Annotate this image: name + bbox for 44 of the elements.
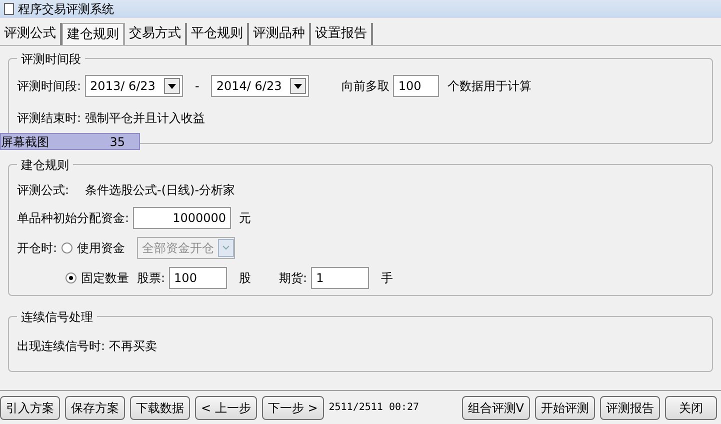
radio-button[interactable]: 固定数量 bbox=[65, 269, 129, 287]
date-picker[interactable]: 2014/ 6/23 bbox=[211, 75, 310, 97]
field-value: 强制平仓并且计入收益 bbox=[85, 110, 206, 127]
tab[interactable]: 建仓规则 bbox=[62, 23, 125, 45]
footer-button[interactable]: 关闭 bbox=[665, 396, 717, 420]
field-value: 不再买卖 bbox=[109, 338, 158, 355]
group-title: 连续信号处理 bbox=[17, 309, 97, 325]
lookback-field[interactable]: 100 bbox=[393, 75, 440, 97]
status-text: 2511/2511 00:27 bbox=[328, 401, 420, 415]
stock-quantity-field[interactable]: 100 bbox=[169, 267, 228, 289]
footer-button[interactable]: < 上一步 bbox=[195, 396, 257, 420]
futures-quantity-field[interactable]: 1 bbox=[311, 267, 370, 289]
unit-label: 手 bbox=[381, 270, 394, 287]
field-label: 向前多取 bbox=[341, 78, 390, 95]
field-label: 评测时间段: bbox=[17, 78, 82, 95]
footer-button[interactable]: 下载数据 bbox=[130, 396, 190, 420]
unit-label: 股 bbox=[239, 270, 252, 287]
radio-icon bbox=[61, 242, 74, 254]
radio-button[interactable]: 使用资金 bbox=[61, 239, 126, 257]
field-label: 个数据用于计算 bbox=[447, 78, 532, 95]
unit-label: 元 bbox=[239, 210, 252, 227]
radio-icon bbox=[65, 272, 77, 284]
group-title: 评测时间段 bbox=[17, 51, 85, 67]
footer-button[interactable]: 下一步 > bbox=[262, 396, 324, 420]
group-title: 建仓规则 bbox=[17, 157, 73, 173]
field-label: 期货: bbox=[279, 270, 308, 287]
date-picker[interactable]: 2013/ 6/23 bbox=[85, 75, 184, 97]
capture-overlay: 屏幕截图 35 bbox=[0, 133, 140, 150]
field-label: 评测公式: bbox=[17, 182, 70, 199]
field-label: 股票: bbox=[137, 270, 166, 287]
field-label: 开仓时: bbox=[17, 240, 58, 257]
footer-button[interactable]: 组合评测V bbox=[462, 396, 530, 420]
window-icon bbox=[4, 3, 14, 15]
date-separator: - bbox=[195, 78, 200, 95]
field-label: 单品种初始分配资金: bbox=[17, 210, 130, 227]
field-label: 出现连续信号时: bbox=[17, 338, 106, 355]
footer-button[interactable]: 保存方案 bbox=[65, 396, 125, 420]
window-title: 程序交易评测系统 bbox=[18, 1, 114, 18]
footer-button[interactable]: 引入方案 bbox=[0, 396, 60, 420]
footer-button[interactable]: 开始评测 bbox=[535, 396, 595, 420]
footer-button[interactable]: 评测报告 bbox=[600, 396, 660, 420]
field-label: 评测结束时: bbox=[17, 110, 82, 127]
capital-field[interactable]: 1000000 bbox=[133, 207, 232, 229]
field-value: 条件选股公式-(日线)-分析家 bbox=[85, 182, 236, 199]
